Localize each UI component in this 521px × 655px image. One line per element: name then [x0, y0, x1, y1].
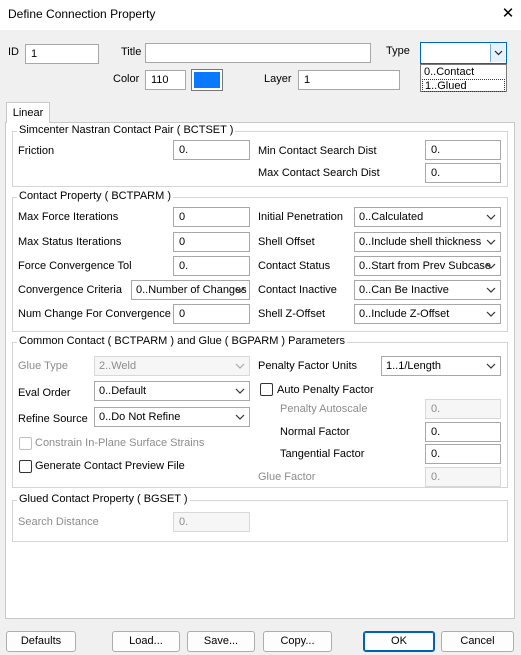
- chevron-down-icon: [486, 259, 496, 273]
- contact-status-label: Contact Status: [258, 260, 331, 272]
- max-force-iter-label: Max Force Iterations: [18, 211, 119, 223]
- contact-status-select[interactable]: 0..Start from Prev Subcase: [354, 256, 501, 276]
- chevron-down-icon: [486, 307, 496, 321]
- preview-checkbox[interactable]: [19, 460, 32, 473]
- ok-button[interactable]: OK: [363, 631, 435, 652]
- chevron-down-icon: [235, 410, 245, 424]
- shell-z-value: 0..Include Z-Offset: [359, 308, 450, 320]
- chevron-down-icon: [486, 210, 496, 224]
- layer-input[interactable]: 1: [298, 70, 400, 90]
- color-swatch-button[interactable]: [191, 69, 223, 91]
- shell-offset-value: 0..Include shell thickness: [359, 236, 482, 248]
- chevron-down-icon: [235, 384, 245, 398]
- force-conv-tol-input[interactable]: 0.: [173, 256, 250, 276]
- initial-pen-value: 0..Calculated: [359, 211, 424, 223]
- type-option-glued[interactable]: 1..Glued: [422, 79, 505, 92]
- layer-label: Layer: [264, 73, 292, 85]
- glue-factor-input[interactable]: 0.: [425, 467, 501, 487]
- title-input[interactable]: [145, 43, 371, 63]
- penalty-units-label: Penalty Factor Units: [258, 360, 358, 372]
- max-status-iter-label: Max Status Iterations: [18, 236, 122, 248]
- shell-offset-label: Shell Offset: [258, 236, 315, 248]
- chevron-down-icon: [486, 283, 496, 297]
- auto-penalty-label: Auto Penalty Factor: [277, 384, 374, 396]
- penalty-autoscale-label: Penalty Autoscale: [280, 403, 368, 415]
- type-select[interactable]: [420, 42, 507, 64]
- tab-linear[interactable]: Linear: [6, 102, 50, 123]
- eval-order-value: 0..Default: [99, 385, 147, 397]
- penalty-autoscale-input[interactable]: 0.: [425, 399, 501, 419]
- search-distance-label: Search Distance: [18, 516, 99, 528]
- bctset-title: Simcenter Nastran Contact Pair ( BCTSET …: [17, 124, 236, 136]
- color-swatch: [194, 72, 220, 88]
- window-title: Define Connection Property: [8, 7, 156, 21]
- conv-criteria-label: Convergence Criteria: [18, 284, 122, 296]
- title-label: Title: [121, 46, 142, 58]
- max-dist-input[interactable]: 0.: [425, 163, 501, 183]
- normal-factor-label: Normal Factor: [280, 426, 350, 438]
- max-dist-label: Max Contact Search Dist: [258, 167, 380, 179]
- constrain-checkbox[interactable]: [19, 437, 32, 450]
- contact-inactive-label: Contact Inactive: [258, 284, 337, 296]
- max-force-iter-input[interactable]: 0: [173, 207, 250, 227]
- auto-penalty-checkbox[interactable]: [260, 383, 273, 396]
- id-input[interactable]: 1: [25, 44, 99, 64]
- save-button[interactable]: Save...: [187, 631, 255, 652]
- contact-status-value: 0..Start from Prev Subcase: [359, 260, 492, 272]
- min-dist-input[interactable]: 0.: [425, 140, 501, 160]
- max-status-iter-input[interactable]: 0: [173, 232, 250, 252]
- chevron-down-icon: [235, 359, 245, 373]
- penalty-units-select[interactable]: 1..1/Length: [381, 356, 501, 376]
- normal-factor-input[interactable]: 0.: [425, 422, 501, 442]
- glue-type-label: Glue Type: [18, 360, 68, 372]
- glue-factor-label: Glue Factor: [258, 471, 316, 483]
- contact-inactive-select[interactable]: 0..Can Be Inactive: [354, 280, 501, 300]
- eval-order-select[interactable]: 0..Default: [94, 381, 250, 401]
- initial-pen-select[interactable]: 0..Calculated: [354, 207, 501, 227]
- friction-label: Friction: [18, 145, 55, 157]
- glue-type-value: 2..Weld: [99, 360, 137, 372]
- initial-pen-label: Initial Penetration: [258, 211, 343, 223]
- shell-z-label: Shell Z-Offset: [258, 308, 326, 320]
- color-label: Color: [113, 73, 140, 85]
- color-input[interactable]: 110: [145, 70, 186, 90]
- defaults-button[interactable]: Defaults: [6, 631, 76, 652]
- contact-inactive-value: 0..Can Be Inactive: [359, 284, 449, 296]
- penalty-units-value: 1..1/Length: [386, 360, 442, 372]
- cancel-button[interactable]: Cancel: [441, 631, 514, 652]
- tangential-factor-label: Tangential Factor: [280, 448, 365, 460]
- search-distance-input[interactable]: 0.: [173, 512, 250, 532]
- glue-type-select[interactable]: 2..Weld: [94, 356, 250, 376]
- id-label: ID: [8, 46, 19, 58]
- chevron-down-icon: [235, 283, 245, 297]
- load-button[interactable]: Load...: [112, 631, 180, 652]
- bgset-title: Glued Contact Property ( BGSET ): [17, 493, 190, 505]
- copy-button[interactable]: Copy...: [263, 631, 332, 652]
- tangential-factor-input[interactable]: 0.: [425, 444, 501, 464]
- type-option-contact[interactable]: 0..Contact: [422, 66, 505, 79]
- min-dist-label: Min Contact Search Dist: [258, 145, 377, 157]
- conv-criteria-select[interactable]: 0..Number of Changes: [131, 280, 250, 300]
- constrain-label: Constrain In-Plane Surface Strains: [35, 437, 205, 449]
- refine-source-select[interactable]: 0..Do Not Refine: [94, 407, 250, 427]
- type-dropdown-list: 0..Contact 1..Glued: [420, 64, 507, 92]
- chevron-down-icon[interactable]: [490, 44, 505, 62]
- preview-label: Generate Contact Preview File: [35, 460, 185, 472]
- num-change-input[interactable]: 0: [173, 304, 250, 324]
- type-label: Type: [386, 45, 410, 57]
- shell-offset-select[interactable]: 0..Include shell thickness: [354, 232, 501, 252]
- shell-z-select[interactable]: 0..Include Z-Offset: [354, 304, 501, 324]
- refine-source-value: 0..Do Not Refine: [99, 411, 181, 423]
- close-icon[interactable]: ✕: [499, 4, 517, 24]
- bctparm-title: Contact Property ( BCTPARM ): [17, 190, 173, 202]
- conv-criteria-value: 0..Number of Changes: [136, 284, 247, 296]
- friction-input[interactable]: 0.: [173, 140, 250, 160]
- common-title: Common Contact ( BCTPARM ) and Glue ( BG…: [17, 335, 348, 347]
- refine-source-label: Refine Source: [18, 413, 88, 425]
- num-change-label: Num Change For Convergence: [18, 308, 171, 320]
- chevron-down-icon: [486, 359, 496, 373]
- eval-order-label: Eval Order: [18, 387, 71, 399]
- force-conv-tol-label: Force Convergence Tol: [18, 260, 132, 272]
- chevron-down-icon: [486, 235, 496, 249]
